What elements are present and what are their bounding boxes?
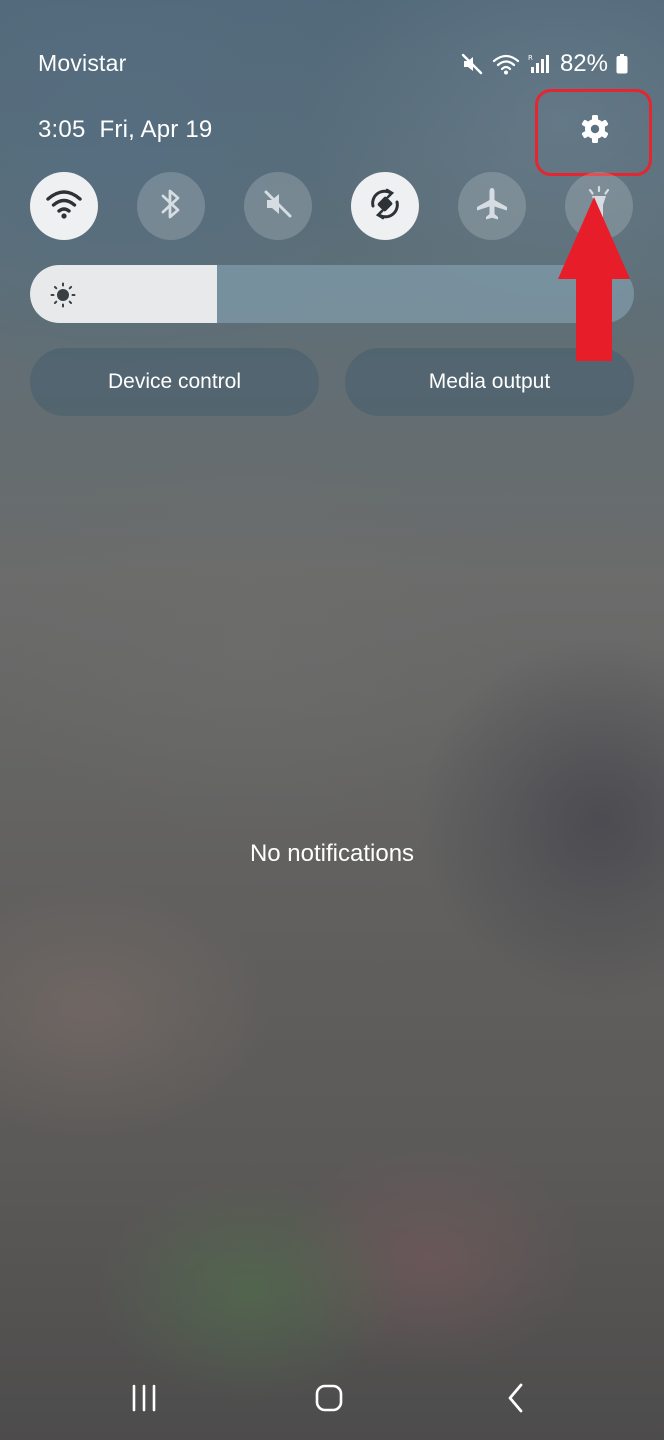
carrier-name: Movistar: [38, 50, 127, 76]
status-icons: R 82%: [460, 50, 628, 78]
svg-text:R: R: [528, 54, 533, 62]
bluetooth-icon: [159, 186, 183, 227]
device-control-label: Device control: [107, 370, 242, 393]
mute-icon: [260, 186, 296, 227]
annotation-arrow: [558, 197, 630, 361]
clock-date: Fri, Apr 19: [99, 116, 213, 143]
navigation-bar: [0, 1370, 664, 1430]
home-icon: [314, 1383, 344, 1418]
recent-apps-button[interactable]: [114, 1370, 174, 1430]
airplane-icon: [473, 185, 511, 228]
battery-icon: [616, 54, 628, 74]
recent-apps-icon: [129, 1383, 159, 1418]
mute-icon: [460, 52, 484, 76]
signal-icon: R: [528, 52, 550, 76]
wifi-toggle[interactable]: [30, 172, 98, 240]
battery-percent: 82%: [559, 50, 608, 77]
back-button[interactable]: [486, 1370, 546, 1430]
home-button[interactable]: [299, 1370, 359, 1430]
wifi-icon: [45, 188, 83, 225]
device-control-button[interactable]: Device control: [30, 348, 319, 416]
settings-highlight-box: [535, 89, 652, 176]
wifi-icon: [492, 52, 520, 76]
bluetooth-toggle[interactable]: [137, 172, 205, 240]
auto-rotate-icon: [365, 184, 405, 229]
back-icon: [504, 1382, 528, 1419]
datetime: 3:05 Fri, Apr 19: [38, 116, 212, 144]
no-notifications-text: No notifications: [249, 840, 415, 867]
airplane-mode-toggle[interactable]: [458, 172, 526, 240]
sun-icon: [50, 282, 76, 308]
media-output-label: Media output: [428, 370, 551, 393]
status-bar: Movistar R 82%: [0, 0, 664, 100]
clock-time: 3:05: [38, 116, 86, 143]
brightness-slider[interactable]: [30, 265, 634, 323]
sound-toggle[interactable]: [244, 172, 312, 240]
auto-rotate-toggle[interactable]: [351, 172, 419, 240]
